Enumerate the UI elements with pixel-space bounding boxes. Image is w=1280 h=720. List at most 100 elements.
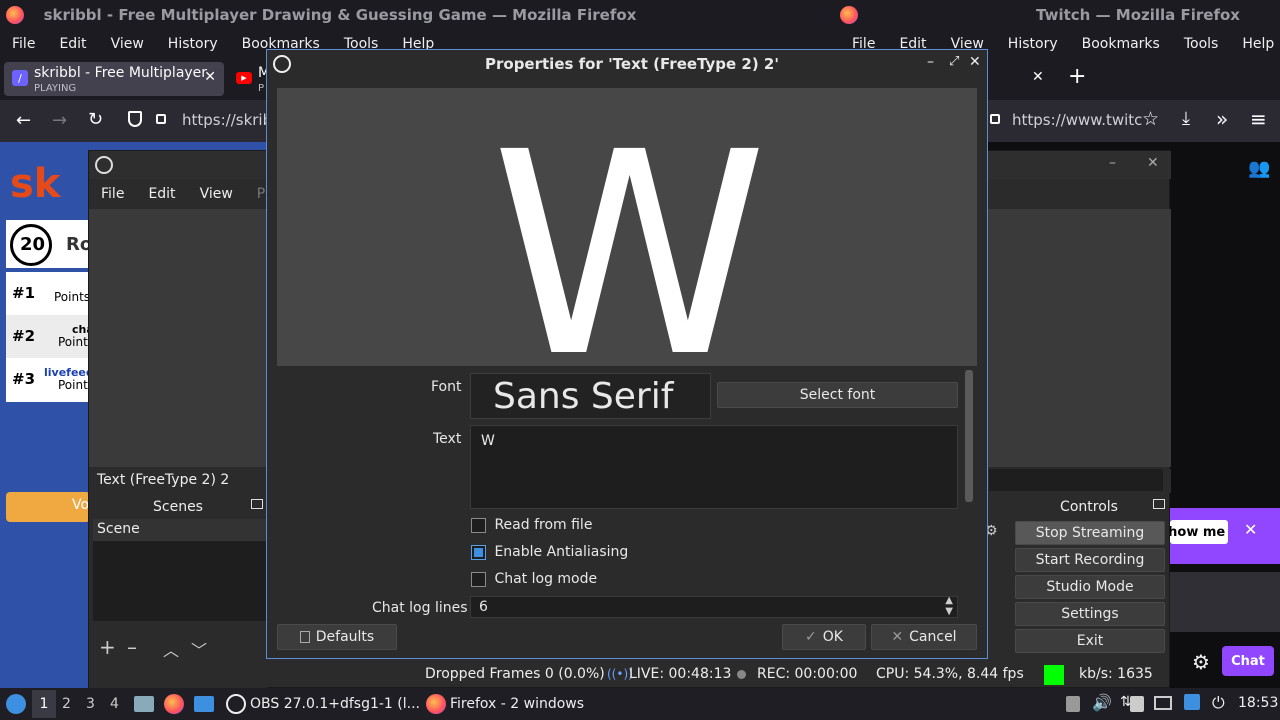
workspace-2[interactable]: 2	[62, 696, 71, 712]
show-me-button[interactable]: Show me	[1159, 520, 1228, 544]
settings-button[interactable]: Settings	[1015, 602, 1165, 626]
controls-dock: Controls Stop Streaming Start Recording …	[1009, 495, 1169, 655]
chat-button[interactable]: Chat	[1222, 646, 1274, 676]
taskbar-firefox-task[interactable]: Firefox - 2 windows	[424, 690, 604, 718]
dock-undock-icon[interactable]	[1153, 499, 1165, 509]
studio-mode-button[interactable]: Studio Mode	[1015, 575, 1165, 599]
bookmark-star-icon[interactable]: ☆	[1142, 108, 1159, 130]
start-recording-label: Start Recording	[1035, 552, 1145, 568]
close-icon[interactable]: ✕	[969, 54, 981, 70]
menu-history[interactable]: History	[156, 36, 230, 52]
menu-view[interactable]: View	[99, 36, 156, 52]
window-title: skribbl - Free Multiplayer Drawing & Gue…	[43, 6, 637, 24]
select-font-button[interactable]: Select font	[717, 382, 958, 408]
reload-icon[interactable]: ↻	[88, 109, 103, 130]
firefox-task-label: Firefox - 2 windows	[450, 696, 585, 712]
spin-down-icon[interactable]: ▼	[945, 606, 953, 617]
shield-icon[interactable]	[128, 111, 142, 127]
clipboard-icon[interactable]	[1130, 696, 1144, 712]
text-input[interactable]: W	[470, 425, 958, 509]
checkbox-box[interactable]	[471, 517, 486, 533]
url-field[interactable]: https://www.twitc	[1012, 111, 1142, 129]
firefox-launcher-icon[interactable]	[164, 694, 184, 714]
add-scene-icon[interactable]: +	[99, 635, 116, 659]
overflow-icon[interactable]: »	[1216, 107, 1228, 131]
stop-streaming-button[interactable]: Stop Streaming	[1015, 521, 1165, 545]
obs-menu-edit[interactable]: Edit	[136, 186, 187, 202]
move-down-icon[interactable]: ﹀	[191, 637, 207, 661]
obs-menu-file[interactable]: File	[89, 186, 136, 202]
user-friends-icon[interactable]: 👥	[1248, 158, 1270, 179]
menu-help[interactable]: Help	[1230, 36, 1280, 52]
folder-icon[interactable]	[194, 696, 214, 712]
settings-gear-icon[interactable]: ⚙	[1192, 650, 1210, 674]
menu-bookmarks[interactable]: Bookmarks	[1070, 36, 1172, 52]
menu-history[interactable]: History	[996, 36, 1070, 52]
obs-status-bar: Dropped Frames 0 (0.0%) ((•)) LIVE: 00:4…	[89, 663, 1171, 687]
file-manager-icon[interactable]	[134, 696, 154, 712]
url-field[interactable]: https://skrib	[182, 111, 272, 129]
close-tab-icon[interactable]: ✕	[1032, 69, 1044, 85]
start-recording-button[interactable]: Start Recording	[1015, 548, 1165, 572]
forward-icon[interactable]: →	[52, 110, 67, 131]
tab-skribbl[interactable]: / skribbl - Free Multiplayer PLAYING ✕	[4, 62, 224, 96]
scene-name: Scene	[97, 521, 140, 537]
round-bar: 20 Ro	[6, 220, 92, 268]
back-icon[interactable]: ←	[16, 110, 31, 131]
close-icon[interactable]: ✕	[1244, 520, 1257, 539]
close-icon[interactable]: ✕	[1147, 155, 1159, 171]
scene-item[interactable]: Scene	[93, 519, 267, 541]
display-icon[interactable]	[1154, 696, 1172, 710]
workspace-3[interactable]: 3	[86, 696, 95, 712]
tray-icon[interactable]	[1066, 696, 1080, 712]
cpu-usage: CPU: 54.3%, 8.44 fps	[876, 666, 1024, 682]
power-icon[interactable]: ⏻	[1212, 693, 1225, 713]
cancel-button[interactable]: ✕ Cancel	[871, 624, 977, 650]
menu-edit[interactable]: Edit	[47, 36, 98, 52]
minimize-icon[interactable]: –	[927, 54, 934, 70]
start-menu-icon[interactable]	[6, 694, 26, 714]
scenes-title: Scenes	[153, 499, 203, 515]
antialiasing-label: Enable Antialiasing	[494, 544, 629, 560]
menu-tools[interactable]: Tools	[1172, 36, 1231, 52]
properties-dialog: Properties for 'Text (FreeType 2) 2' – ⤢…	[266, 49, 988, 659]
vote-button[interactable]: Vo	[6, 492, 90, 522]
close-tab-icon[interactable]: ✕	[204, 69, 216, 85]
source-label: Text (FreeType 2) 2	[97, 472, 230, 488]
hamburger-menu-icon[interactable]: ≡	[1250, 107, 1267, 131]
tab-title: skribbl - Free Multiplayer	[34, 65, 208, 81]
workspace-4[interactable]: 4	[110, 696, 119, 712]
clock: 18:53	[1238, 695, 1279, 711]
chat-log-lines-spinbox[interactable]: 6 ▲ ▼	[470, 595, 958, 618]
obs-logo-icon	[226, 694, 246, 714]
live-timer: LIVE: 00:48:13	[629, 666, 732, 682]
minimize-icon[interactable]: –	[1109, 155, 1116, 171]
checkbox-box[interactable]	[471, 571, 486, 587]
menu-file[interactable]: File	[0, 36, 47, 52]
spin-up-icon[interactable]: ▲	[945, 595, 953, 606]
ok-button[interactable]: ✓ OK	[782, 624, 866, 650]
volume-icon[interactable]: 🔊	[1092, 693, 1112, 712]
exit-button[interactable]: Exit	[1015, 629, 1165, 653]
download-icon[interactable]: ⤓	[1182, 108, 1190, 129]
taskbar-obs-task[interactable]: OBS 27.0.1+dfsg1-1 (l...	[222, 690, 420, 718]
remove-scene-icon[interactable]: –	[127, 635, 137, 659]
read-from-file-checkbox[interactable]: Read from file	[471, 517, 592, 535]
checkbox-checked-box[interactable]	[471, 544, 486, 560]
font-preview-box: Sans Serif	[470, 373, 711, 419]
obs-menu-view[interactable]: View	[188, 186, 245, 202]
maximize-icon[interactable]: ⤢	[949, 54, 959, 69]
defaults-button[interactable]: Defaults	[277, 624, 397, 650]
new-tab-icon[interactable]: +	[1068, 64, 1086, 89]
updates-icon[interactable]	[1184, 694, 1200, 710]
text-label: Text	[433, 431, 462, 447]
workspace-1[interactable]: 1	[32, 690, 56, 718]
scrollbar-track[interactable]	[965, 370, 973, 502]
chat-log-mode-checkbox[interactable]: Chat log mode	[471, 571, 597, 589]
stop-streaming-label: Stop Streaming	[1035, 525, 1145, 541]
enable-antialiasing-checkbox[interactable]: Enable Antialiasing	[471, 544, 628, 562]
dock-undock-icon[interactable]	[251, 499, 263, 509]
tab-playing-label: PLAYING	[34, 83, 77, 94]
scrollbar-thumb[interactable]	[965, 370, 973, 502]
move-up-icon[interactable]: ︿	[163, 637, 179, 661]
